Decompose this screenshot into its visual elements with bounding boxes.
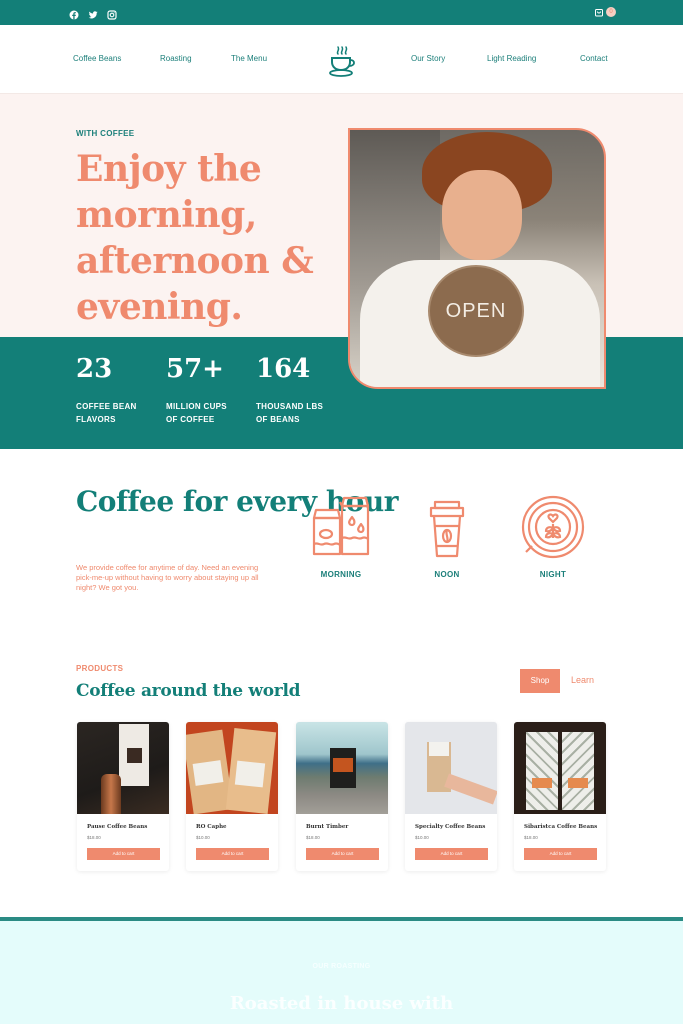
latte-art-cup-icon (521, 495, 585, 559)
hours-description: We provide coffee for anytime of day. Ne… (76, 563, 259, 592)
nav-the-menu[interactable]: The Menu (231, 54, 267, 63)
products-eyebrow: PRODUCTS (76, 664, 124, 673)
shop-button[interactable]: Shop (520, 669, 560, 693)
nav-coffee-beans[interactable]: Coffee Beans (73, 54, 121, 63)
stat-cups: 57+ MILLION CUPS OF COFFEE (166, 352, 227, 426)
stat-value: 23 (76, 354, 113, 384)
product-image[interactable] (186, 722, 278, 814)
hour-item-night: NIGHT (513, 494, 593, 579)
add-to-cart-button[interactable]: Add to cart (415, 848, 488, 860)
twitter-icon[interactable] (88, 7, 98, 19)
learn-link[interactable]: Learn (571, 675, 594, 685)
product-name: Specialty Coffee Beans (415, 824, 486, 830)
shopping-bag-icon (595, 9, 603, 17)
milk-cartons-icon (312, 496, 370, 556)
product-card[interactable]: Burnt Timber $18.00 Add to cart (296, 722, 388, 871)
products-title: Coffee around the world (76, 681, 301, 701)
product-card[interactable]: Pause Coffee Beans $18.00 Add to cart (77, 722, 169, 871)
main-navigation: Coffee Beans Roasting The Menu Our Story… (0, 25, 683, 94)
product-image[interactable] (296, 722, 388, 814)
open-sign: OPEN (428, 265, 524, 357)
nav-light-reading[interactable]: Light Reading (487, 54, 536, 63)
product-price: $18.00 (87, 835, 101, 840)
top-bar: 0 (0, 0, 683, 25)
product-price: $10.00 (415, 835, 429, 840)
nav-contact[interactable]: Contact (580, 54, 608, 63)
product-price: $18.00 (524, 835, 538, 840)
hour-label: MORNING (320, 570, 362, 579)
product-price: $10.00 (196, 835, 210, 840)
takeaway-cup-icon (429, 500, 465, 558)
hour-item-morning: MORNING (301, 494, 381, 579)
stat-value: 164 (256, 354, 311, 384)
stat-beans: 164 THOUSAND LBS OF BEANS (256, 352, 323, 426)
coffee-cup-logo[interactable] (328, 42, 356, 78)
stat-label: THOUSAND LBS OF BEANS (256, 402, 324, 424)
facebook-icon[interactable] (69, 7, 79, 20)
product-name: Sibaristca Coffee Beans (524, 824, 598, 830)
product-image[interactable] (77, 722, 169, 814)
product-price: $18.00 (306, 835, 320, 840)
roasting-title: Roasted in house with (229, 993, 454, 1014)
stat-label: COFFEE BEAN FLAVORS (76, 402, 137, 424)
add-to-cart-button[interactable]: Add to cart (524, 848, 597, 860)
instagram-icon[interactable] (107, 7, 117, 20)
stat-flavors: 23 COFFEE BEAN FLAVORS (76, 352, 137, 426)
photo-face (442, 170, 522, 260)
cart-button[interactable]: 0 (594, 7, 616, 17)
hero-title: Enjoy the morning, afternoon & evening. (76, 148, 314, 328)
nav-roasting[interactable]: Roasting (160, 54, 192, 63)
add-to-cart-button[interactable]: Add to cart (196, 848, 269, 860)
stat-label: MILLION CUPS OF COFFEE (166, 402, 227, 424)
stat-value: 57+ (166, 354, 224, 384)
product-name: Pause Coffee Beans (87, 824, 148, 830)
hour-label: NOON (434, 570, 460, 579)
hero-photo-barista-open-sign: OPEN (348, 128, 606, 389)
product-card[interactable]: RO Caphe $10.00 Add to cart (186, 722, 278, 871)
product-card[interactable]: Specialty Coffee Beans $10.00 Add to car… (405, 722, 497, 871)
roasting-eyebrow: OUR ROASTING (312, 963, 371, 970)
cart-count-badge: 0 (606, 7, 616, 17)
hour-label: NIGHT (539, 570, 567, 579)
product-image[interactable] (514, 722, 606, 814)
product-card[interactable]: Sibaristca Coffee Beans $18.00 Add to ca… (514, 722, 606, 871)
hero-eyebrow: WITH COFFEE (76, 129, 135, 138)
product-name: Burnt Timber (306, 824, 349, 830)
nav-our-story[interactable]: Our Story (411, 54, 445, 63)
add-to-cart-button[interactable]: Add to cart (87, 848, 160, 860)
social-links (69, 7, 117, 20)
hour-item-noon: NOON (407, 494, 487, 579)
product-image[interactable] (405, 722, 497, 814)
product-name: RO Caphe (196, 824, 227, 830)
add-to-cart-button[interactable]: Add to cart (306, 848, 379, 860)
